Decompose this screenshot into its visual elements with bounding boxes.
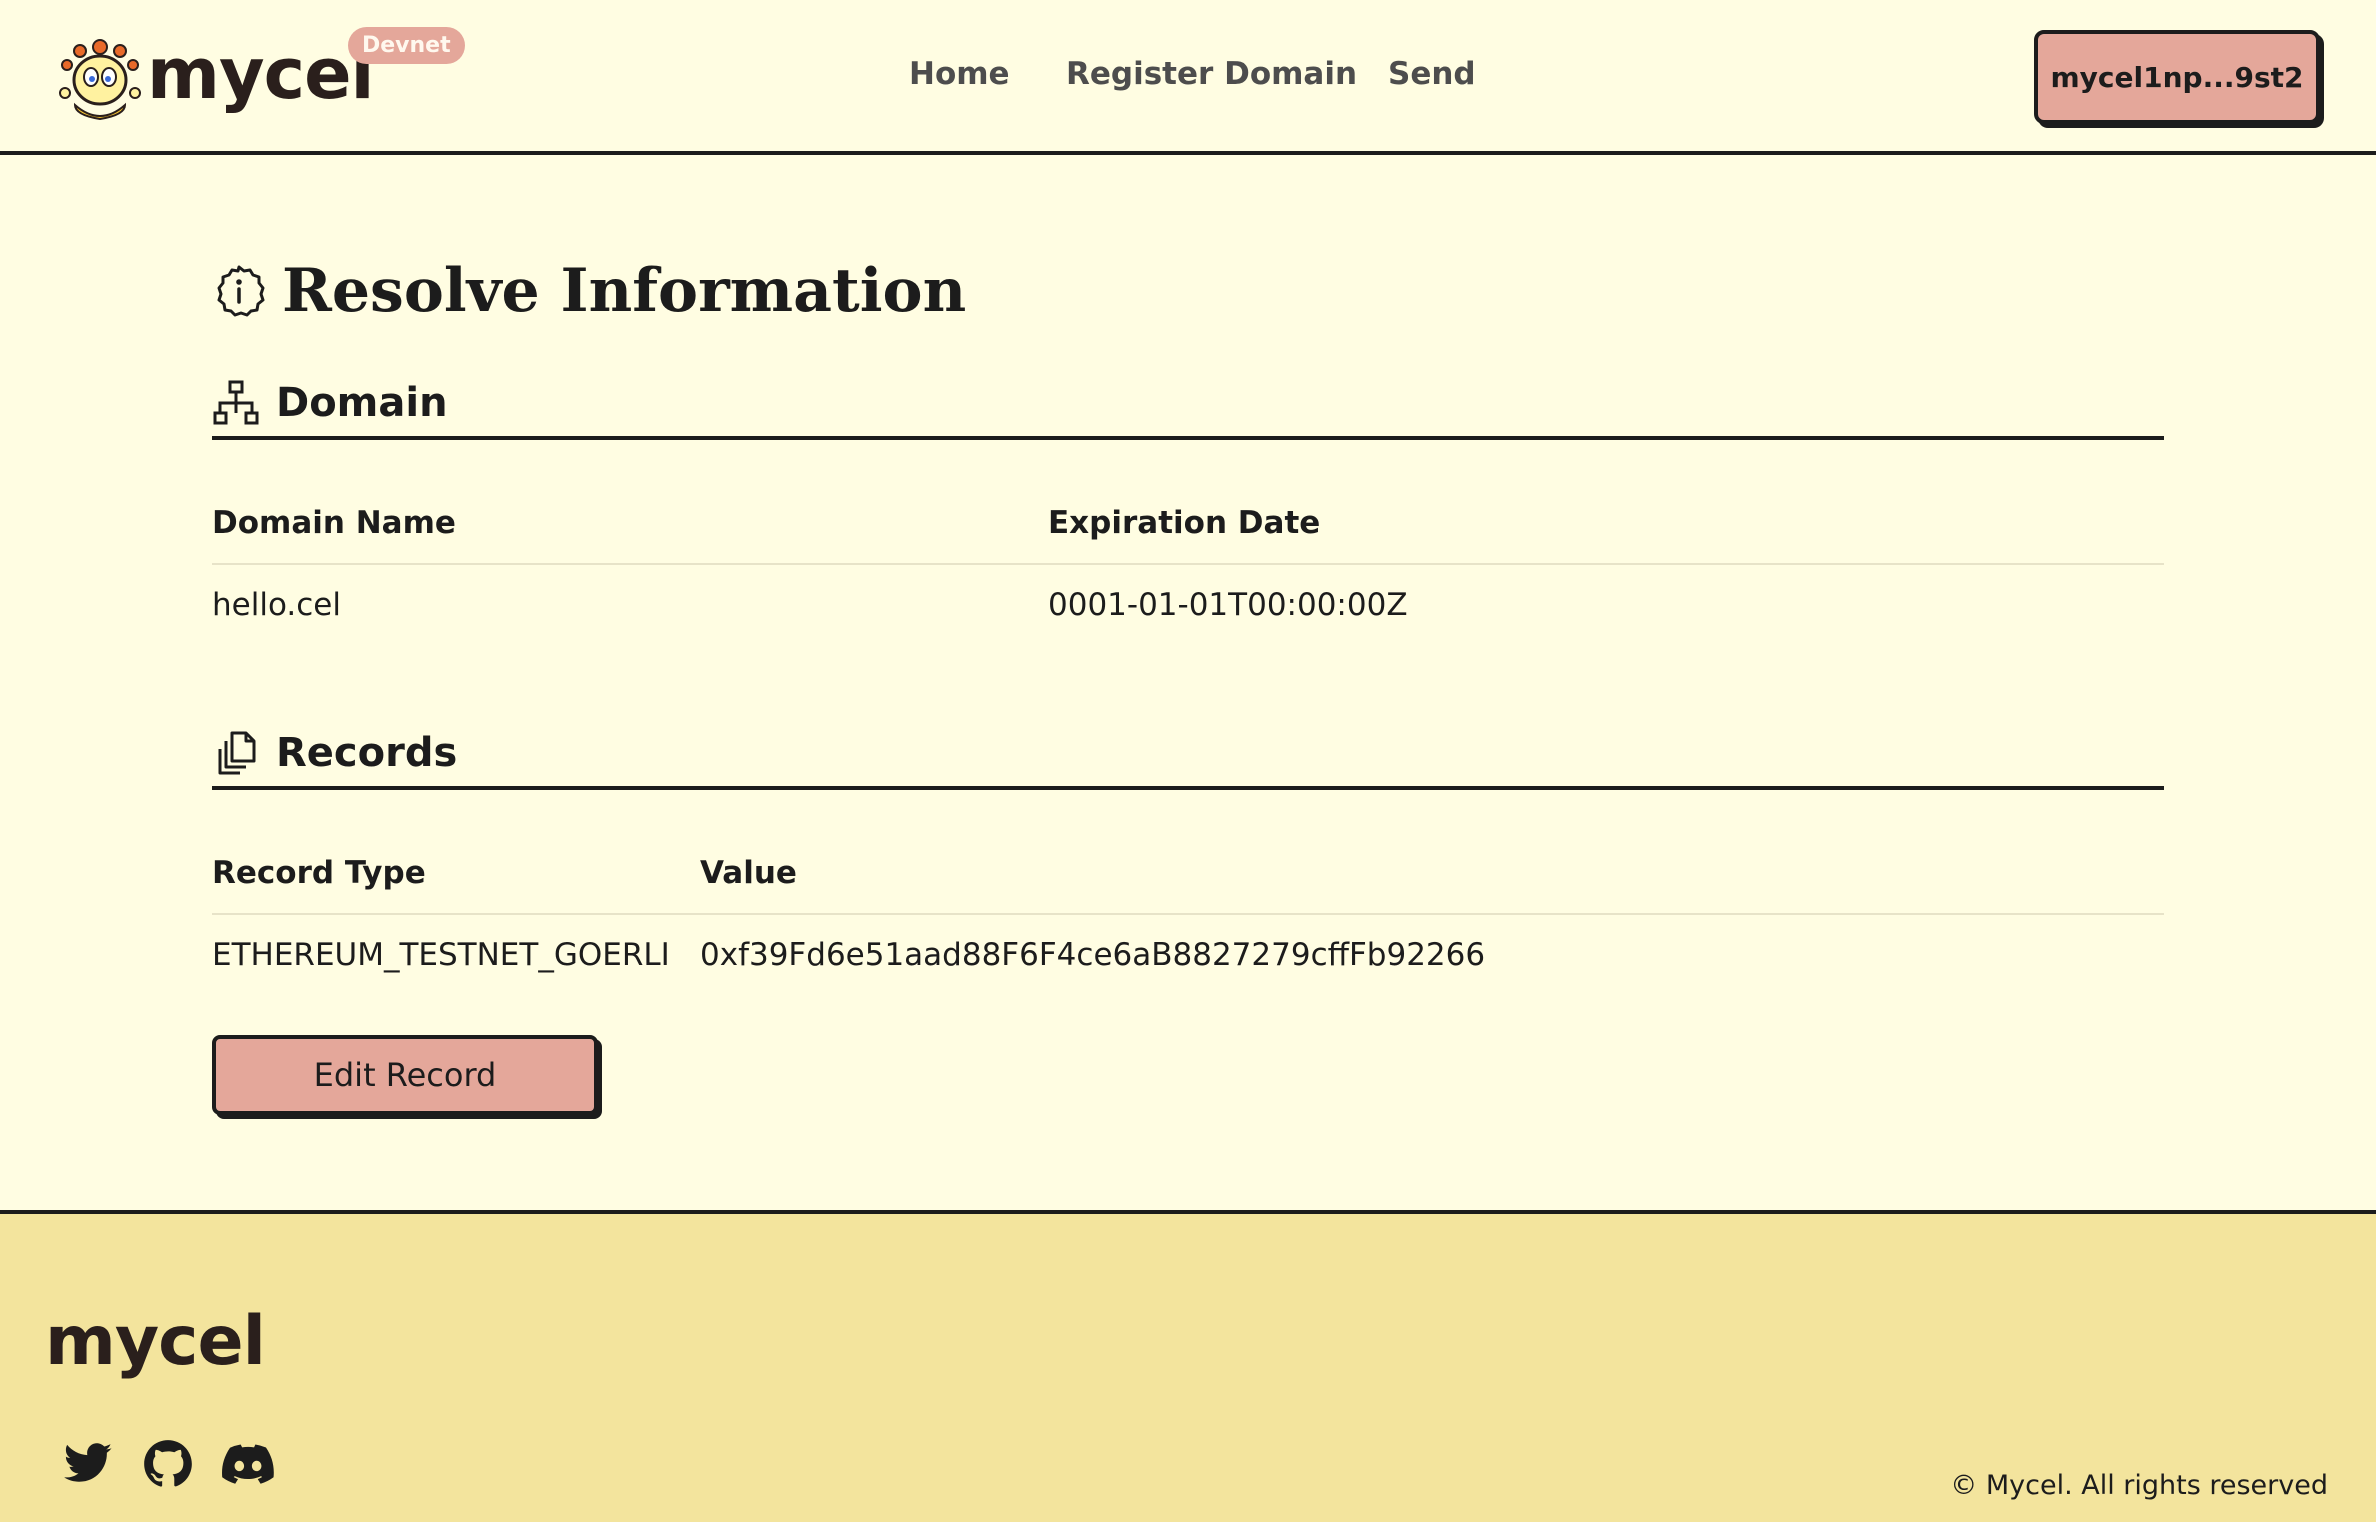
twitter-icon[interactable] <box>62 1438 114 1490</box>
copyright-text: © Mycel. All rights reserved <box>1950 1470 2328 1501</box>
edit-record-button[interactable]: Edit Record <box>212 1035 598 1115</box>
footer-wordmark: mycel <box>45 1302 266 1381</box>
record-value: 0xf39Fd6e51aad88F6F4ce6aB8827279cffFb922… <box>700 937 1486 973</box>
info-icon <box>217 265 265 317</box>
records-section-header: Records <box>212 720 2164 790</box>
domain-name-value: hello.cel <box>212 587 341 623</box>
page-footer: mycel © Mycel. All rights reserved <box>0 1210 2376 1522</box>
col-expiration-date: Expiration Date <box>1048 505 1321 541</box>
col-record-type: Record Type <box>212 855 426 891</box>
col-domain-name: Domain Name <box>212 505 456 541</box>
nav-send[interactable]: Send <box>1388 56 1476 92</box>
table-divider <box>212 563 2164 565</box>
nav-register-domain[interactable]: Register Domain <box>1066 56 1357 92</box>
page-title: Resolve Information <box>212 251 966 331</box>
page-heading: Resolve Information <box>282 256 967 326</box>
sitemap-icon <box>213 380 259 425</box>
table-divider <box>212 913 2164 915</box>
nav-home[interactable]: Home <box>909 56 1010 92</box>
domain-section-header: Domain <box>212 370 2164 440</box>
records-section-title: Records <box>276 730 458 776</box>
wallet-address-button[interactable]: mycel1np...9st2 <box>2034 30 2320 124</box>
col-value: Value <box>700 855 797 891</box>
domain-section-title: Domain <box>276 380 448 426</box>
discord-icon[interactable] <box>222 1438 274 1490</box>
documents-icon <box>218 731 256 775</box>
top-header: mycel Devnet Home Register Domain Send m… <box>0 0 2376 155</box>
record-type-value: ETHEREUM_TESTNET_GOERLI <box>212 937 670 973</box>
main-nav: Home Register Domain Send <box>0 56 2376 96</box>
expiration-date-value: 0001-01-01T00:00:00Z <box>1048 587 1408 623</box>
github-icon[interactable] <box>142 1438 194 1490</box>
